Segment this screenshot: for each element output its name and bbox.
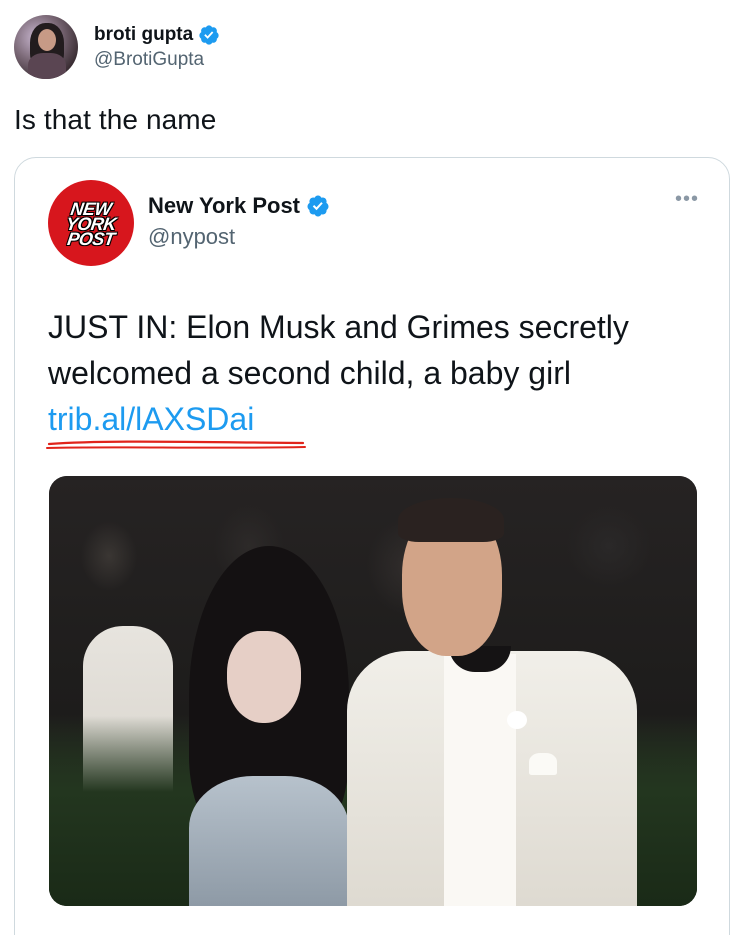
photo-person-dress	[189, 776, 349, 906]
photo-boutonniere	[507, 711, 527, 729]
photo-pocket-square	[529, 753, 557, 775]
quoted-display-row: New York Post	[148, 193, 330, 219]
author-handle[interactable]: @BrotiGupta	[94, 49, 220, 71]
tweet-photo[interactable]	[49, 476, 697, 906]
tweet-header: broti gupta @BrotiGupta	[14, 14, 220, 80]
quoted-text-block: JUST IN: Elon Musk and Grimes secretly w…	[48, 304, 708, 442]
verified-badge-icon	[199, 24, 219, 45]
tweet-text: Is that the name	[14, 104, 217, 135]
author-display-row: broti gupta	[94, 24, 220, 46]
red-underline-annotation	[46, 440, 306, 449]
tweet: broti gupta @BrotiGupta Is that the name…	[0, 0, 750, 935]
quoted-display-name[interactable]: New York Post	[148, 193, 300, 219]
verified-badge-icon	[307, 195, 329, 216]
avatar-face	[38, 29, 56, 51]
author-names: broti gupta @BrotiGupta	[94, 24, 220, 71]
quoted-tweet-card[interactable]: NEW YORK POST New York Post @nypost ••• …	[14, 157, 730, 935]
logo-word: POST	[66, 229, 116, 249]
quoted-names: New York Post @nypost	[148, 193, 330, 250]
quoted-handle[interactable]: @nypost	[148, 224, 330, 250]
photo-person-face	[227, 631, 301, 723]
avatar-body	[28, 53, 66, 79]
photo-person-hair	[398, 498, 504, 542]
author-avatar[interactable]	[14, 15, 78, 79]
quoted-header: NEW YORK POST New York Post @nypost	[48, 180, 330, 266]
author-display-name[interactable]: broti gupta	[94, 24, 193, 46]
photo-person-shirt	[444, 654, 516, 906]
more-options-icon[interactable]: •••	[675, 189, 699, 209]
quoted-text: JUST IN: Elon Musk and Grimes secretly w…	[48, 309, 629, 391]
nypost-logo[interactable]: NEW YORK POST	[48, 180, 134, 266]
quoted-link[interactable]: trib.al/lAXSDai	[48, 396, 708, 442]
